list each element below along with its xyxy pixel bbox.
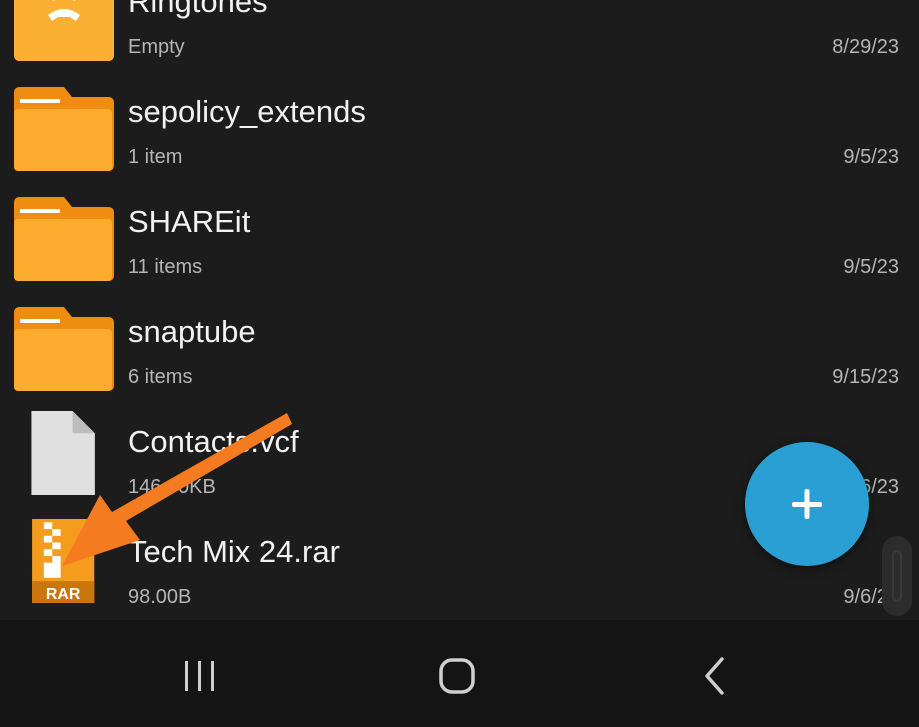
recent-apps-button[interactable] xyxy=(160,640,240,710)
list-item[interactable]: Ringtones Empty 8/29/23 xyxy=(0,0,919,61)
document-icon xyxy=(31,411,95,495)
folder-icon xyxy=(14,197,114,281)
ringtone-folder-icon xyxy=(14,0,114,61)
scrollbar-thumb[interactable] xyxy=(882,536,912,616)
list-item[interactable]: SHAREit 11 items 9/5/23 xyxy=(0,165,919,281)
home-button[interactable] xyxy=(417,640,497,710)
folder-icon xyxy=(14,307,114,391)
file-name: snaptube xyxy=(128,314,256,349)
file-name: Tech Mix 24.rar xyxy=(128,534,340,569)
back-icon xyxy=(705,657,724,695)
file-name: Contacts.vcf xyxy=(128,424,299,459)
file-meta: 98.00B xyxy=(128,586,192,608)
add-button[interactable] xyxy=(745,442,869,566)
back-button[interactable] xyxy=(675,640,755,710)
folder-icon xyxy=(14,87,114,171)
home-icon xyxy=(439,658,475,694)
file-manager-screen: Ringtones Empty 8/29/23 sepolicy_extends… xyxy=(0,0,919,727)
recent-apps-icon xyxy=(185,661,214,691)
file-name: SHAREit xyxy=(128,204,251,239)
rar-label: RAR xyxy=(46,586,81,603)
file-name: sepolicy_extends xyxy=(128,94,366,129)
system-navigation-bar xyxy=(0,620,919,727)
plus-icon xyxy=(792,489,822,519)
file-name: Ringtones xyxy=(128,0,268,19)
list-item[interactable]: sepolicy_extends 1 item 9/5/23 xyxy=(0,55,919,171)
list-item[interactable]: snaptube 6 items 9/15/23 xyxy=(0,275,919,391)
rar-archive-icon: RAR xyxy=(32,519,95,603)
